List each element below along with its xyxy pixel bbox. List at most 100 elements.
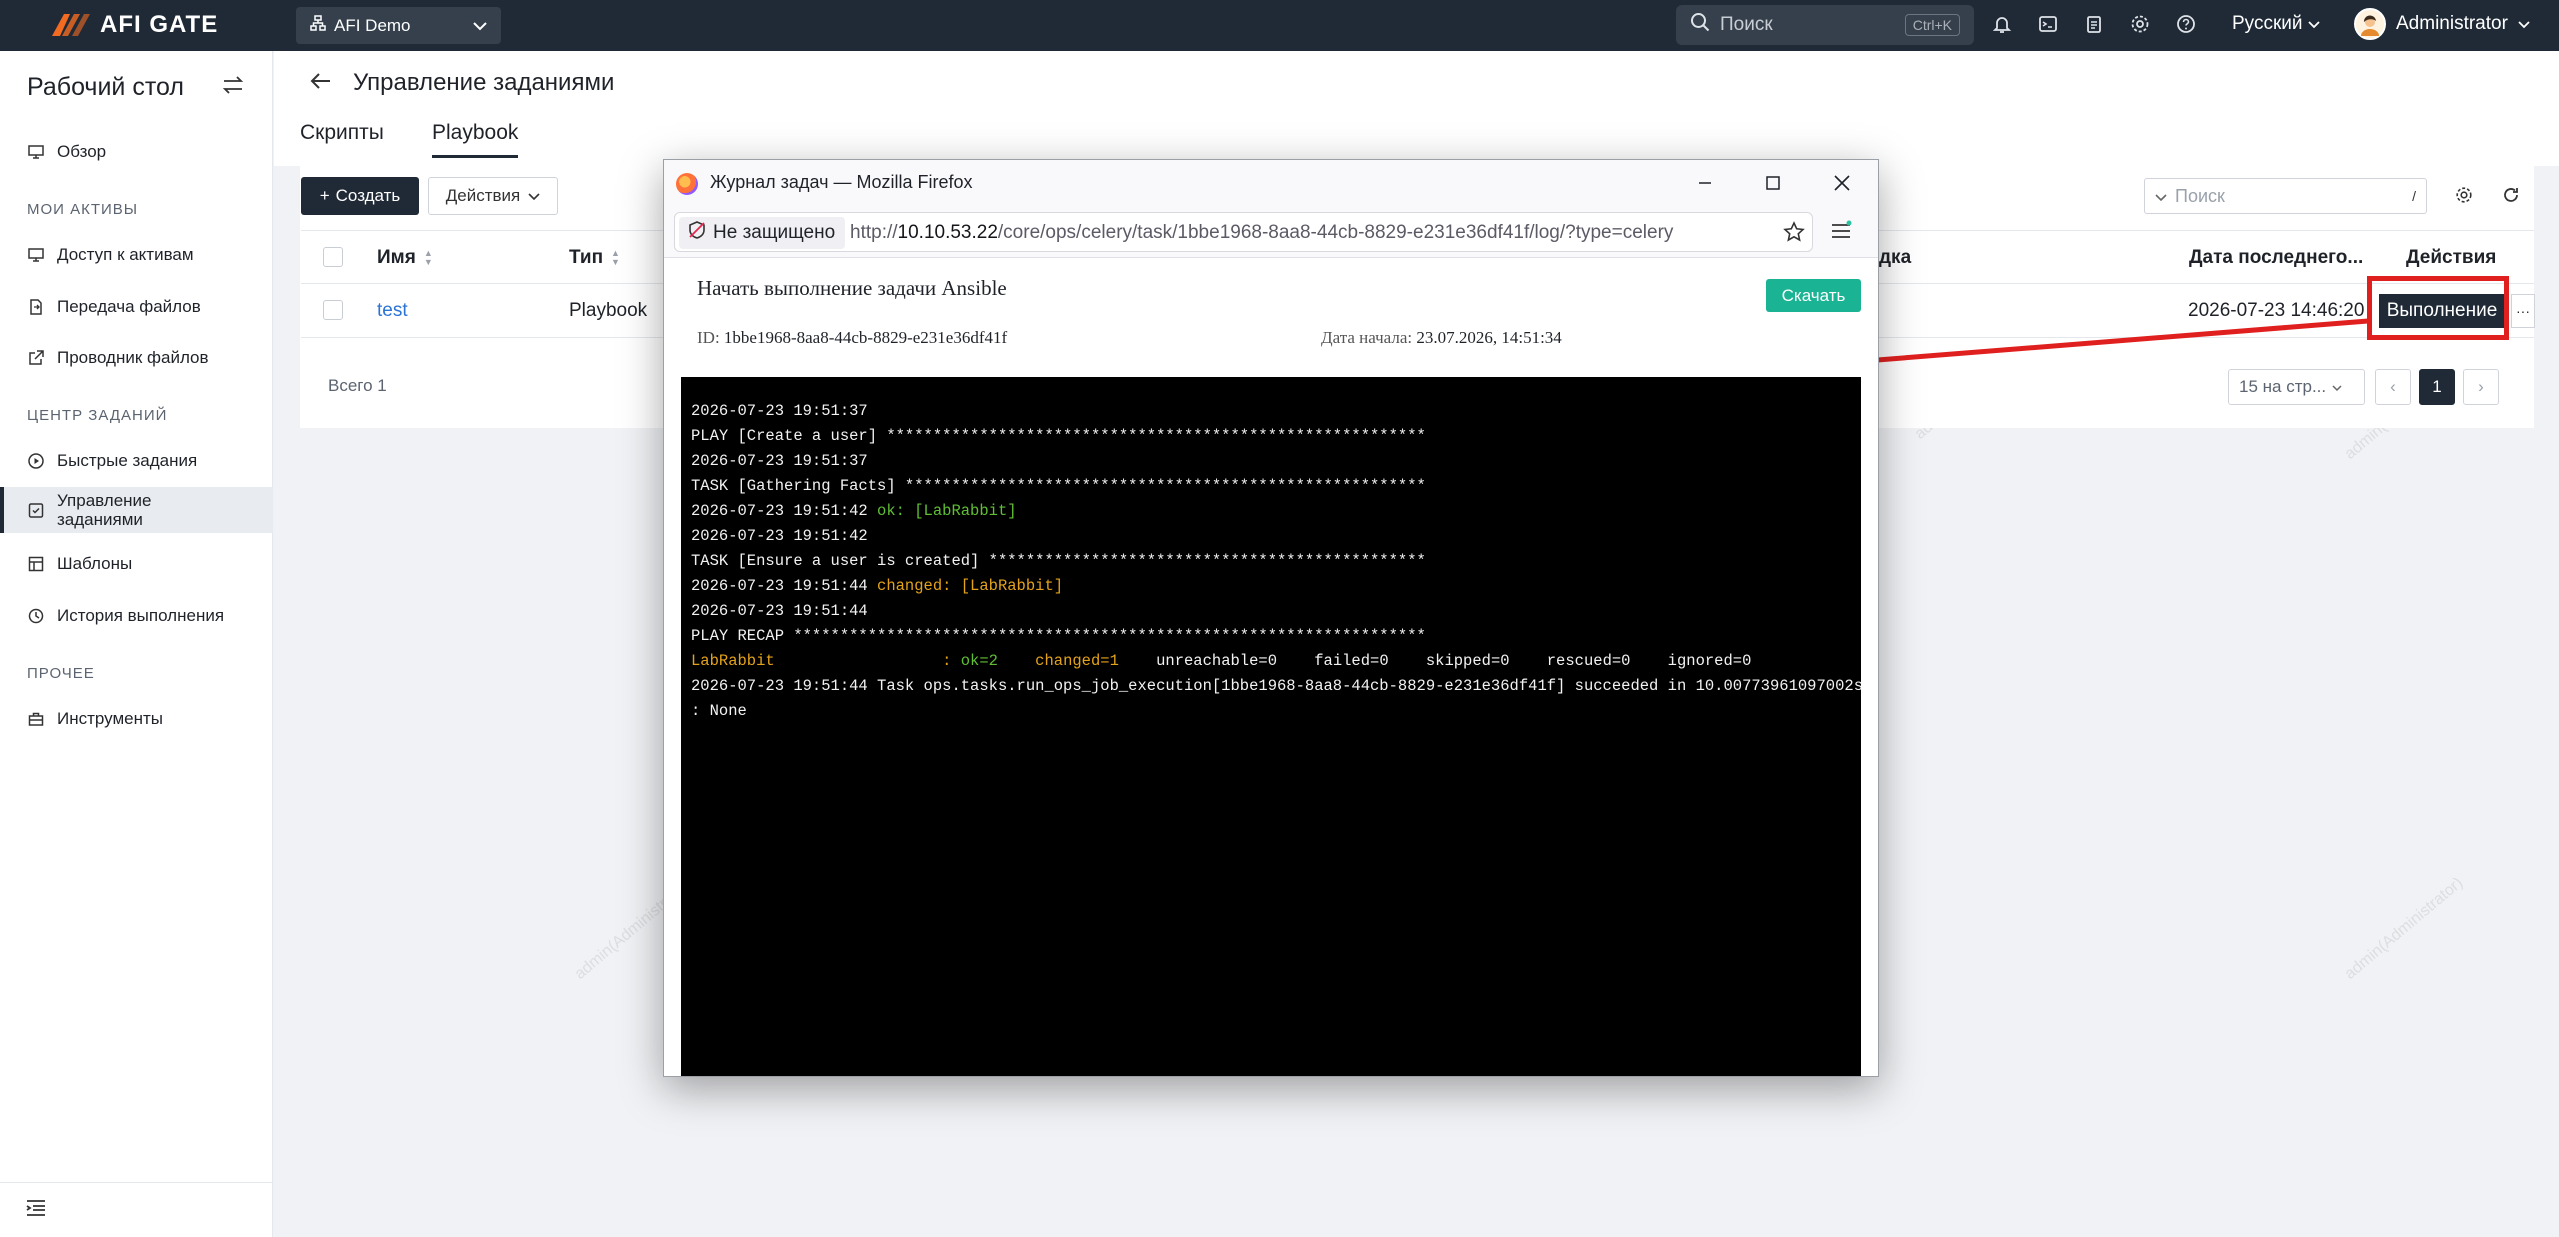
- sort-icon: ▲ ▼: [611, 248, 620, 267]
- start-date-value: 23.07.2026, 14:51:34: [1416, 328, 1562, 347]
- clipboard-icon[interactable]: [2082, 12, 2106, 36]
- plus-icon: +: [319, 186, 330, 205]
- firefox-window: Журнал задач — Mozilla Firefox Не защище…: [663, 159, 1879, 1077]
- template-icon: [27, 555, 45, 573]
- logo-icon: [52, 14, 90, 36]
- refresh-icon[interactable]: [2502, 186, 2520, 209]
- column-header-last-date[interactable]: Дата последнего...: [2189, 247, 2363, 269]
- firefox-logo-icon: [676, 173, 698, 195]
- sidebar-section-assets: МОИ АКТИВЫ: [27, 201, 139, 218]
- create-button-label: Создать: [335, 186, 401, 205]
- security-indicator[interactable]: Не защищено: [679, 217, 846, 249]
- sidebar-item-asset-access[interactable]: Доступ к активам: [0, 233, 273, 277]
- sidebar: Рабочий стол Обзор МОИ АКТИВЫ Доступ к а…: [0, 51, 273, 1237]
- log-changed-message: changed: [LabRabbit]: [877, 577, 1064, 595]
- prev-page-button[interactable]: ‹: [2375, 369, 2411, 405]
- download-button[interactable]: Скачать: [1766, 279, 1861, 312]
- sidebar-item-history[interactable]: История выполнения: [0, 594, 273, 638]
- log-line: PLAY RECAP *****************************…: [691, 627, 1426, 645]
- sidebar-footer: [0, 1182, 273, 1237]
- sidebar-item-quick-jobs[interactable]: Быстрые задания: [0, 439, 273, 483]
- gear-icon[interactable]: [2128, 12, 2152, 36]
- maximize-icon[interactable]: [1758, 168, 1788, 198]
- sidebar-item-job-management[interactable]: Управление заданиями: [0, 487, 273, 533]
- toolbox-icon: [27, 710, 45, 728]
- log-line: TASK [Ensure a user is created] ********…: [691, 552, 1426, 570]
- avatar: [2354, 8, 2386, 40]
- chevron-down-icon: [473, 16, 487, 36]
- url-host: 10.10.53.22: [897, 222, 998, 243]
- firefox-url-bar: Не защищено http://10.10.53.22/core/ops/…: [664, 206, 1878, 258]
- close-icon[interactable]: [1827, 168, 1857, 198]
- sidebar-item-label: Проводник файлов: [57, 348, 209, 367]
- chevron-down-icon: [2308, 13, 2320, 34]
- select-all-checkbox[interactable]: [323, 247, 343, 267]
- tab-scripts[interactable]: Скрипты: [300, 121, 384, 155]
- sidebar-item-overview[interactable]: Обзор: [0, 130, 273, 174]
- log-ok-message: ok: [LabRabbit]: [877, 502, 1017, 520]
- log-timestamp: 2026-07-23 19:51:44: [691, 577, 878, 595]
- recap-rest: unreachable=0 failed=0 skipped=0 rescued…: [1156, 652, 1752, 670]
- column-header-name[interactable]: Имя ▲ ▼: [377, 247, 433, 269]
- column-header-label: Имя: [377, 247, 416, 268]
- next-page-button[interactable]: ›: [2463, 369, 2499, 405]
- swap-icon[interactable]: [222, 75, 244, 100]
- job-name-link[interactable]: test: [377, 300, 408, 322]
- search-shortcut-hint: Ctrl+K: [1904, 14, 1960, 36]
- create-button[interactable]: + Создать: [301, 177, 419, 215]
- task-check-icon: [27, 501, 45, 519]
- page-header: Управление заданиями Скрипты Playbook: [274, 51, 2559, 166]
- chevron-left-icon: ‹: [2390, 377, 2396, 396]
- sidebar-item-templates[interactable]: Шаблоны: [0, 542, 273, 586]
- row-checkbox[interactable]: [323, 300, 343, 320]
- chevron-down-icon: [528, 186, 540, 206]
- log-line: : None: [691, 702, 747, 720]
- url-path: /core/ops/celery/task/1bbe1968-8aa8-44cb…: [997, 222, 1674, 243]
- org-selector[interactable]: AFI Demo: [296, 7, 501, 44]
- more-actions-button[interactable]: ···: [2511, 294, 2535, 328]
- bell-icon[interactable]: [1990, 12, 2014, 36]
- actions-dropdown[interactable]: Действия: [428, 177, 558, 215]
- recap-host: LabRabbit :: [691, 652, 961, 670]
- collapse-menu-icon[interactable]: [26, 1199, 46, 1222]
- annotation-arrow: [1836, 318, 2369, 373]
- user-menu[interactable]: Administrator: [2354, 8, 2530, 40]
- settings-icon[interactable]: [2455, 186, 2473, 209]
- address-bar[interactable]: Не защищено http://10.10.53.22/core/ops/…: [674, 212, 1813, 252]
- sidebar-title: Рабочий стол: [27, 73, 184, 101]
- global-search[interactable]: Поиск Ctrl+K: [1676, 5, 1974, 45]
- brand-logo[interactable]: AFI GATE: [48, 10, 218, 40]
- sidebar-item-tools[interactable]: Инструменты: [0, 697, 273, 741]
- column-header-type[interactable]: Тип ▲ ▼: [569, 247, 620, 269]
- sidebar-section-other: ПРОЧЕЕ: [27, 665, 95, 682]
- firefox-titlebar: Журнал задач — Mozilla Firefox: [664, 160, 1878, 206]
- page-size-label: 15 на стр...: [2239, 377, 2327, 396]
- task-start-date: Дата начала: 23.07.2026, 14:51:34: [1321, 328, 1562, 348]
- hamburger-menu-icon[interactable]: [1830, 220, 1852, 247]
- sidebar-section-jobs: ЦЕНТР ЗАДАНИЙ: [27, 407, 168, 424]
- tab-playbook[interactable]: Playbook: [432, 121, 519, 158]
- org-name: AFI Demo: [334, 15, 411, 35]
- sidebar-item-file-transfer[interactable]: Передача файлов: [0, 285, 273, 329]
- org-icon: [310, 15, 326, 36]
- sidebar-item-label: Шаблоны: [57, 554, 133, 573]
- insecure-shield-icon: [687, 220, 707, 246]
- task-id-label: ID:: [697, 328, 720, 347]
- total-count: Всего 1: [328, 376, 387, 395]
- sidebar-item-label: Обзор: [57, 142, 107, 161]
- table-search-input[interactable]: Поиск /: [2144, 178, 2427, 214]
- page-number-button[interactable]: 1: [2419, 369, 2455, 405]
- help-icon[interactable]: [2174, 12, 2198, 36]
- url-text: http://10.10.53.22/core/ops/celery/task/…: [850, 222, 1750, 244]
- log-line: 2026-07-23 19:51:44: [691, 602, 868, 620]
- sidebar-item-label: Быстрые задания: [57, 451, 198, 470]
- sort-icon: ▲ ▼: [423, 248, 433, 267]
- minimize-icon[interactable]: [1690, 168, 1720, 198]
- sidebar-item-file-explorer[interactable]: Проводник файлов: [0, 336, 273, 380]
- back-arrow-icon[interactable]: [310, 71, 332, 96]
- bookmark-star-icon[interactable]: [1783, 221, 1805, 248]
- language-selector[interactable]: Русский: [2232, 13, 2320, 35]
- terminal-icon[interactable]: [2036, 12, 2060, 36]
- monitor-icon: [27, 143, 45, 161]
- column-header-label: Тип: [569, 247, 604, 268]
